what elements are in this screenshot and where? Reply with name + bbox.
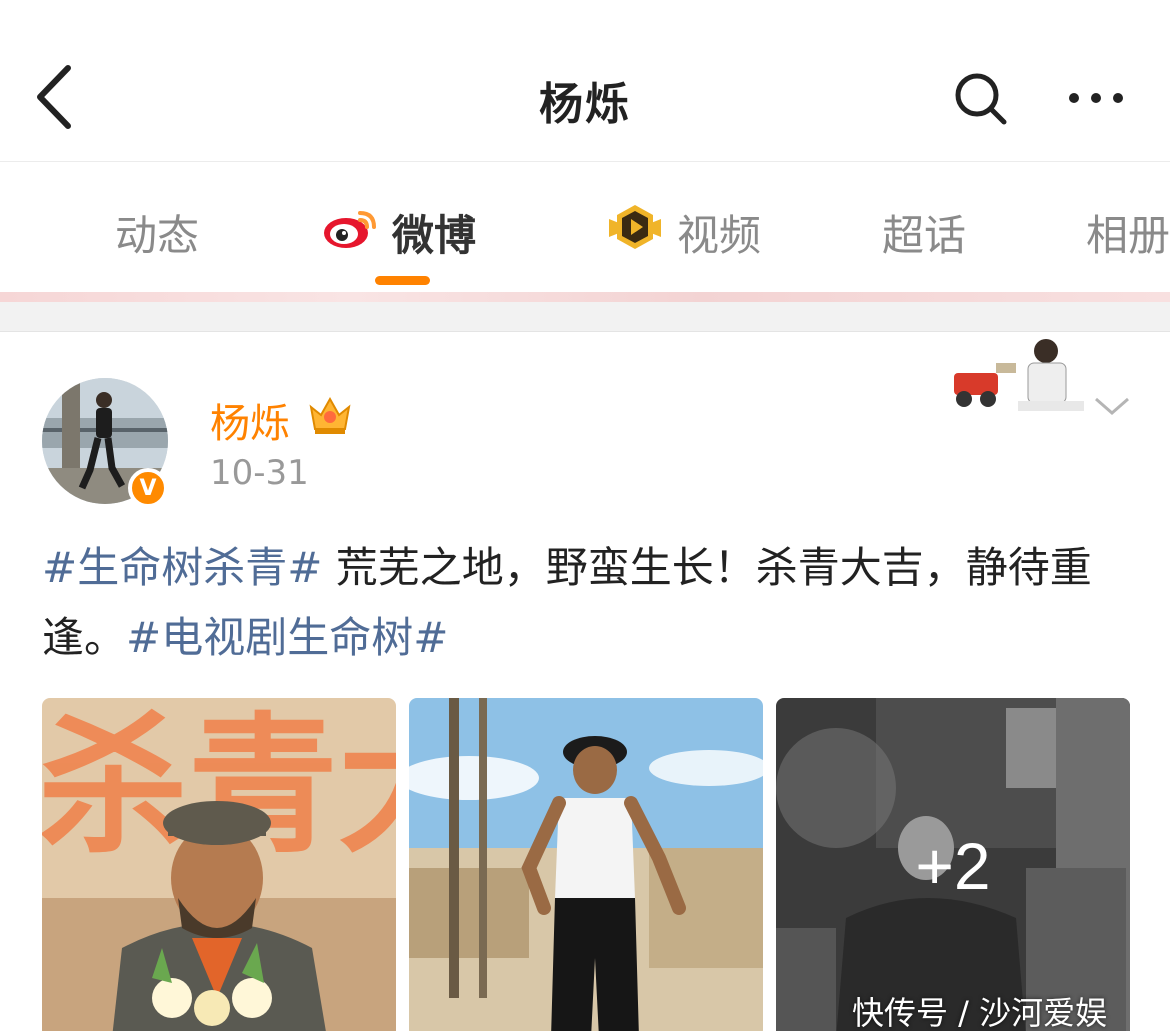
post-timestamp: 10-31: [210, 453, 309, 493]
topic-link[interactable]: #电视剧生命树#: [126, 613, 448, 662]
card-decoration-image: [948, 333, 1088, 413]
more-images-count: +2: [915, 829, 991, 903]
post-body-text: #生命树杀青# 荒芜之地，野蛮生长！杀青大吉，静待重逢。#电视剧生命树#: [42, 533, 1132, 673]
section-divider: [0, 302, 1170, 332]
topic-link[interactable]: #生命树杀青#: [42, 543, 322, 592]
verified-badge: V: [128, 468, 168, 508]
post-author-name[interactable]: 杨烁: [210, 391, 290, 449]
tab-video[interactable]: 视频: [605, 202, 761, 262]
tab-label: 动态: [115, 210, 200, 260]
tab-dynamic[interactable]: 动态: [115, 202, 199, 262]
top-nav-bar: 杨烁: [0, 0, 1170, 162]
post-image[interactable]: +2: [776, 698, 1130, 1031]
tab-label: 相册: [1086, 210, 1170, 260]
tab-super-topic[interactable]: 超话: [882, 202, 966, 262]
video-play-badge-icon: [605, 203, 665, 261]
weibo-logo-icon: [322, 203, 380, 261]
tab-label: 视频: [677, 210, 762, 260]
post-image[interactable]: 杀青大吉: [42, 698, 396, 1031]
profile-tabs: 动态 微博 视频 超话 相册: [0, 162, 1170, 294]
more-dots-icon[interactable]: [1062, 78, 1132, 118]
tab-album[interactable]: 相册: [1086, 202, 1170, 262]
active-tab-indicator: [375, 276, 430, 285]
member-crown-icon: [305, 391, 355, 437]
tab-label: 微博: [392, 210, 477, 260]
chevron-down-icon[interactable]: [1092, 393, 1132, 419]
tab-label: 超话: [882, 210, 967, 260]
tab-weibo[interactable]: 微博: [322, 202, 476, 262]
post-image-grid: 杀青大吉: [42, 698, 1132, 1031]
search-icon[interactable]: [950, 70, 1010, 126]
post-image[interactable]: [409, 698, 763, 1031]
decorative-band: [0, 292, 1170, 302]
weibo-post-card[interactable]: V 杨烁 10-31 #生命树杀青# 荒芜之地，野蛮生长！杀青大吉，静待重逢。#…: [0, 333, 1170, 1031]
watermark-text: 快传号 / 沙河爱娱: [852, 994, 1108, 1031]
